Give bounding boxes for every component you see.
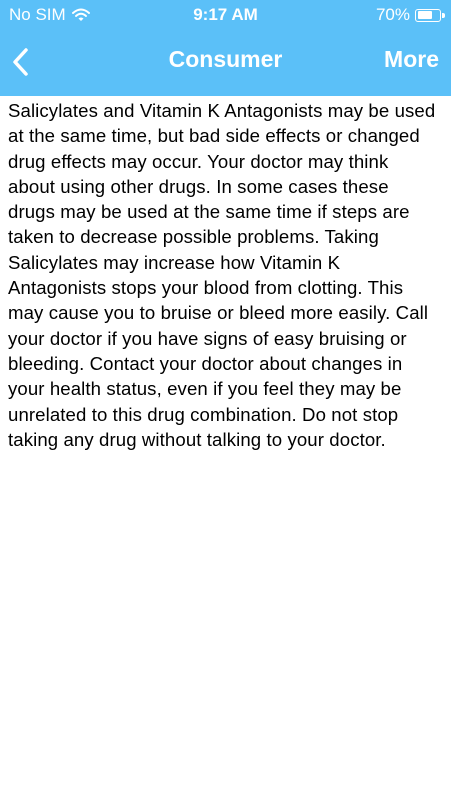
header-bar: No SIM 9:17 AM 70% Consumer More [0,0,451,96]
battery-cap [442,12,445,18]
nav-bar: Consumer More [0,36,451,86]
battery-icon [415,8,445,22]
status-bar: No SIM 9:17 AM 70% [0,0,451,32]
battery-fill [417,11,432,19]
status-right: 70% [375,5,445,25]
interaction-description: Salicylates and Vitamin K Antagonists ma… [8,100,436,450]
battery-percent: 70% [375,5,410,24]
more-button[interactable]: More [384,46,439,73]
